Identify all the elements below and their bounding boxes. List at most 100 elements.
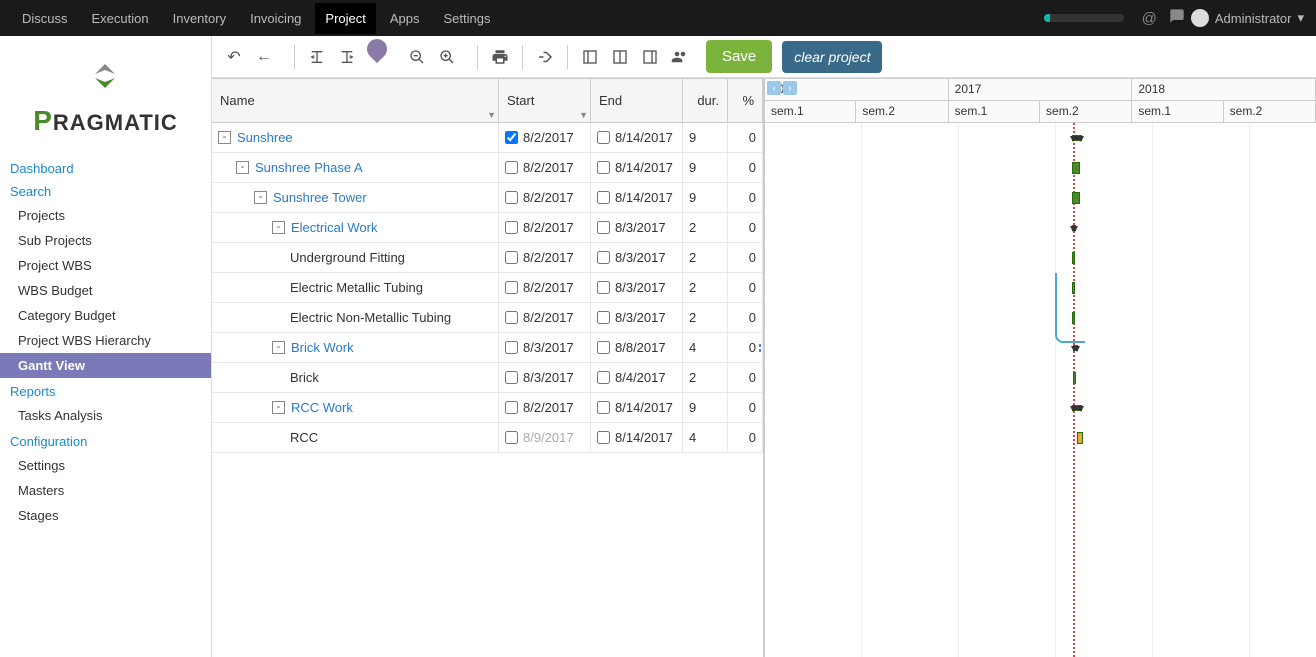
row-label[interactable]: Sunshree Tower: [273, 190, 367, 205]
table-row[interactable]: -Brick Work8/3/20178/8/201740: [212, 333, 763, 363]
col-pct[interactable]: %: [728, 79, 763, 122]
end-checkbox[interactable]: [597, 281, 610, 294]
sidebar-dashboard[interactable]: Dashboard: [0, 157, 211, 180]
end-checkbox[interactable]: [597, 131, 610, 144]
sidebar-search[interactable]: Search: [0, 180, 211, 203]
zoom-out-icon[interactable]: [403, 43, 431, 71]
sidebar-item[interactable]: Settings: [0, 453, 211, 478]
critical-path-icon[interactable]: [531, 43, 559, 71]
pushpin-icon[interactable]: [363, 36, 391, 63]
indent-in-icon[interactable]: [333, 43, 361, 71]
col-dur[interactable]: dur.: [683, 79, 728, 122]
table-row[interactable]: Electric Metallic Tubing8/2/20178/3/2017…: [212, 273, 763, 303]
row-label[interactable]: Electrical Work: [291, 220, 377, 235]
table-row[interactable]: -Sunshree Phase A8/2/20178/14/201790: [212, 153, 763, 183]
start-checkbox[interactable]: [505, 431, 518, 444]
row-label[interactable]: Brick Work: [291, 340, 354, 355]
table-row[interactable]: -Electrical Work8/2/20178/3/201720: [212, 213, 763, 243]
start-checkbox[interactable]: [505, 131, 518, 144]
col-end[interactable]: End: [591, 79, 683, 122]
undo-icon[interactable]: ↶: [220, 43, 248, 71]
nav-invoicing[interactable]: Invoicing: [240, 3, 311, 34]
sidebar-item[interactable]: Masters: [0, 478, 211, 503]
sidebar-item[interactable]: Gantt View: [0, 353, 211, 378]
table-row[interactable]: -RCC Work8/2/20178/14/201790: [212, 393, 763, 423]
print-icon[interactable]: [486, 43, 514, 71]
sort-icon[interactable]: ▼: [579, 110, 588, 120]
sidebar-item[interactable]: Project WBS Hierarchy: [0, 328, 211, 353]
timeline-prev-icon[interactable]: ‹: [767, 81, 781, 95]
start-checkbox[interactable]: [505, 161, 518, 174]
nav-inventory[interactable]: Inventory: [163, 3, 236, 34]
sidebar-item[interactable]: Projects: [0, 203, 211, 228]
end-checkbox[interactable]: [597, 371, 610, 384]
tree-toggle[interactable]: -: [236, 161, 249, 174]
start-checkbox[interactable]: [505, 371, 518, 384]
resources-icon[interactable]: [666, 43, 694, 71]
gantt-bar[interactable]: [1073, 345, 1078, 351]
table-row[interactable]: -Sunshree Tower8/2/20178/14/201790: [212, 183, 763, 213]
tree-toggle[interactable]: -: [218, 131, 231, 144]
table-row[interactable]: Brick8/3/20178/4/201720: [212, 363, 763, 393]
gantt-bar[interactable]: [1072, 225, 1076, 231]
at-icon[interactable]: @: [1142, 10, 1157, 27]
row-label[interactable]: Sunshree: [237, 130, 293, 145]
nav-project[interactable]: Project: [315, 3, 375, 34]
gantt-bar[interactable]: [1072, 192, 1080, 204]
nav-apps[interactable]: Apps: [380, 3, 430, 34]
end-checkbox[interactable]: [597, 221, 610, 234]
table-row[interactable]: Electric Non-Metallic Tubing8/2/20178/3/…: [212, 303, 763, 333]
clear-project-button[interactable]: clear project: [782, 41, 882, 73]
end-checkbox[interactable]: [597, 431, 610, 444]
end-checkbox[interactable]: [597, 341, 610, 354]
start-checkbox[interactable]: [505, 341, 518, 354]
nav-discuss[interactable]: Discuss: [12, 3, 78, 34]
col-name[interactable]: Name▼: [212, 79, 499, 122]
end-checkbox[interactable]: [597, 311, 610, 324]
user-menu[interactable]: Administrator ▾: [1191, 9, 1304, 27]
zoom-in-icon[interactable]: [433, 43, 461, 71]
start-checkbox[interactable]: [505, 311, 518, 324]
start-checkbox[interactable]: [505, 401, 518, 414]
sidebar-item[interactable]: Sub Projects: [0, 228, 211, 253]
save-button[interactable]: Save: [706, 40, 772, 73]
chat-icon[interactable]: [1169, 8, 1185, 28]
gantt-bar[interactable]: [1072, 252, 1075, 264]
start-checkbox[interactable]: [505, 281, 518, 294]
tree-toggle[interactable]: -: [254, 191, 267, 204]
layout-left-icon[interactable]: [576, 43, 604, 71]
layout-right-icon[interactable]: [636, 43, 664, 71]
timeline-next-icon[interactable]: ›: [783, 81, 797, 95]
gantt-bar[interactable]: [1072, 162, 1080, 174]
tree-toggle[interactable]: -: [272, 401, 285, 414]
layout-split-icon[interactable]: [606, 43, 634, 71]
end-checkbox[interactable]: [597, 401, 610, 414]
col-start[interactable]: Start▼: [499, 79, 591, 122]
tree-toggle[interactable]: -: [272, 341, 285, 354]
indent-out-icon[interactable]: [303, 43, 331, 71]
sidebar-item[interactable]: WBS Budget: [0, 278, 211, 303]
table-row[interactable]: RCC8/9/20178/14/201740: [212, 423, 763, 453]
gantt-bar[interactable]: [1077, 432, 1083, 444]
sidebar-item[interactable]: Stages: [0, 503, 211, 528]
sidebar-item[interactable]: Category Budget: [0, 303, 211, 328]
table-row[interactable]: -Sunshree8/2/20178/14/201790: [212, 123, 763, 153]
gantt-bar[interactable]: [1072, 405, 1082, 411]
gantt-bar[interactable]: [1073, 372, 1076, 384]
start-checkbox[interactable]: [505, 221, 518, 234]
sidebar-item[interactable]: Tasks Analysis: [0, 403, 211, 428]
gantt-bar[interactable]: [1072, 135, 1082, 141]
sidebar-item[interactable]: Project WBS: [0, 253, 211, 278]
start-checkbox[interactable]: [505, 191, 518, 204]
end-checkbox[interactable]: [597, 191, 610, 204]
nav-execution[interactable]: Execution: [82, 3, 159, 34]
row-label[interactable]: RCC Work: [291, 400, 353, 415]
tree-toggle[interactable]: -: [272, 221, 285, 234]
end-checkbox[interactable]: [597, 161, 610, 174]
sort-icon[interactable]: ▼: [487, 110, 496, 120]
nav-settings[interactable]: Settings: [434, 3, 501, 34]
table-row[interactable]: Underground Fitting8/2/20178/3/201720: [212, 243, 763, 273]
row-label[interactable]: Sunshree Phase A: [255, 160, 363, 175]
start-checkbox[interactable]: [505, 251, 518, 264]
redo-icon[interactable]: ←: [250, 43, 278, 71]
